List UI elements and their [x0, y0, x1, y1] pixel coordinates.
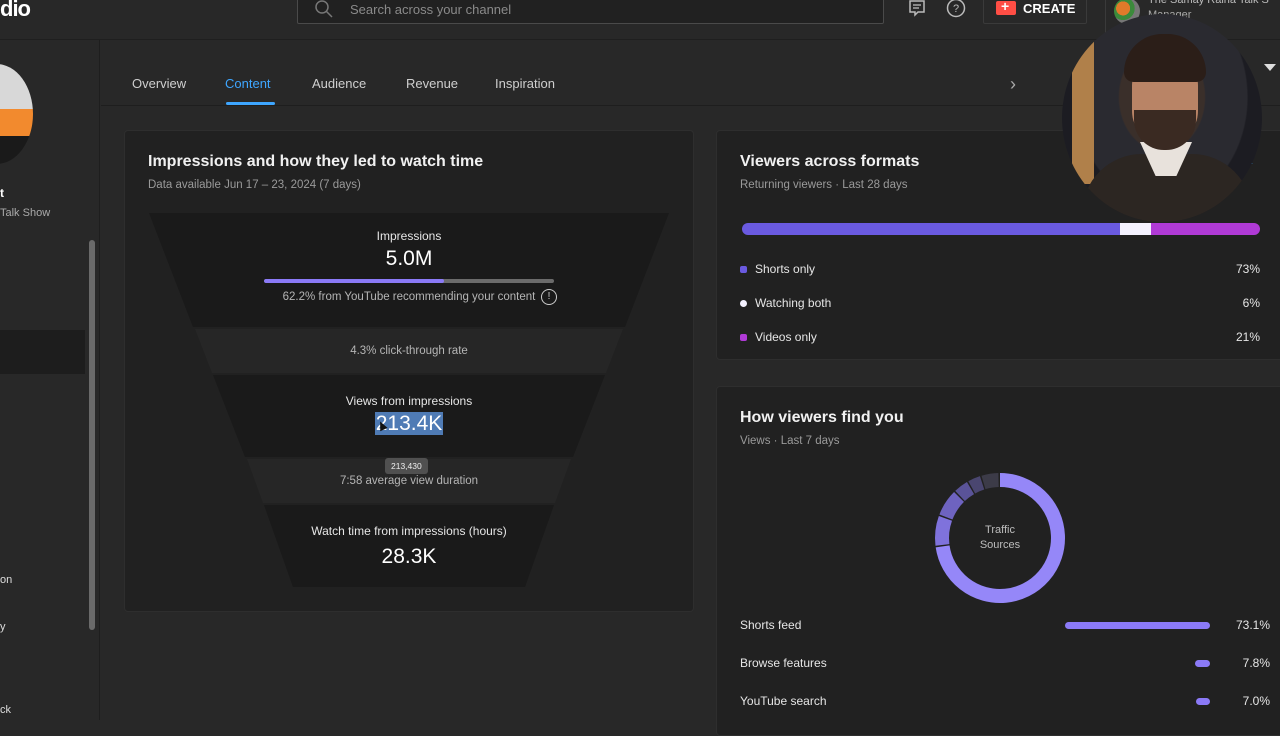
how-viewers-find-you-card: How viewers find you Views · Last 7 days…	[716, 386, 1280, 736]
format-segment	[1151, 223, 1260, 235]
source-row-shorts-feed[interactable]: Shorts feed 73.1%	[740, 618, 1270, 636]
format-label: Shorts only	[755, 262, 816, 276]
source-label: Browse features	[740, 656, 827, 670]
traffic-sources-donut[interactable]: Traffic Sources	[933, 471, 1067, 605]
funnel-diagram	[149, 213, 669, 587]
format-value: 73%	[1235, 262, 1260, 276]
donut-center-line2: Sources	[979, 539, 1021, 551]
watch-time-label: Watch time from impressions (hours)	[311, 524, 507, 538]
tab-overview[interactable]: Overview	[132, 76, 186, 91]
channel-avatar[interactable]	[0, 64, 33, 164]
impressions-label: Impressions	[376, 229, 442, 243]
donut-slice[interactable]	[981, 473, 999, 490]
format-row-videos: Videos only 21%	[740, 329, 1260, 347]
search-box[interactable]	[297, 0, 884, 24]
source-value: 7.8%	[1242, 656, 1270, 670]
feedback-icon[interactable]	[906, 0, 928, 19]
format-segment	[742, 223, 1121, 235]
formats-card-subtitle: Returning viewers · Last 28 days	[740, 179, 908, 191]
channel-subtitle: Talk Show	[0, 207, 51, 219]
date-range-dropdown-icon[interactable]	[1264, 64, 1276, 71]
format-row-both: Watching both 6%	[740, 295, 1260, 313]
source-value: 73.1%	[1235, 618, 1270, 632]
source-value: 7.0%	[1242, 694, 1270, 708]
impressions-funnel-card: Impressions and how they led to watch ti…	[124, 130, 694, 612]
videos-legend-dot	[740, 334, 747, 341]
sidebar-item-feedback[interactable]: ck	[0, 704, 11, 716]
views-label: Views from impressions	[345, 394, 473, 408]
tab-content[interactable]: Content	[225, 76, 271, 91]
donut-center-label: Traffic Sources	[933, 523, 1067, 553]
create-button[interactable]: CREATE	[983, 0, 1087, 24]
info-icon[interactable]: !	[541, 289, 557, 305]
sidebar-item-analytics[interactable]	[0, 330, 85, 374]
impressions-value: 5.0M	[385, 247, 433, 270]
webcam-person-hair	[1124, 34, 1206, 82]
shorts-legend-dot	[740, 266, 747, 273]
views-value-wrap: 213.4K	[125, 412, 693, 436]
format-value: 21%	[1235, 330, 1260, 344]
account-name: The Samay Raina Talk S	[1148, 0, 1269, 6]
tab-revenue[interactable]: Revenue	[406, 76, 458, 91]
channel-name: t	[0, 186, 4, 200]
recommend-text: 62.2% from YouTube recommending your con…	[282, 291, 536, 303]
source-bar	[1196, 698, 1210, 705]
both-legend-dot	[740, 300, 747, 307]
webcam-background	[1072, 34, 1094, 184]
avd-text: 7:58 average view duration	[339, 475, 479, 487]
formats-stacked-bar	[742, 223, 1260, 235]
help-icon[interactable]: ?	[945, 0, 967, 19]
sidebar-item-audio-library[interactable]: y	[0, 621, 6, 633]
donut-slice[interactable]	[968, 476, 985, 494]
views-exact-tooltip: 213,430	[385, 458, 428, 474]
format-label: Videos only	[755, 330, 817, 344]
formats-card-title: Viewers across formats	[740, 153, 920, 170]
studio-logo[interactable]: dio	[0, 0, 31, 22]
format-segment	[1120, 223, 1152, 235]
tab-audience[interactable]: Audience	[312, 76, 366, 91]
source-bar	[1194, 660, 1210, 667]
sources-card-title: How viewers find you	[740, 409, 904, 426]
tab-inspiration[interactable]: Inspiration	[495, 76, 555, 91]
sidebar-scrollbar[interactable]	[89, 240, 95, 630]
donut-slice[interactable]	[955, 482, 975, 502]
donut-slice[interactable]	[939, 492, 965, 520]
source-bar	[1065, 622, 1210, 629]
active-tab-indicator	[226, 102, 275, 105]
watch-time-value: 28.3K	[381, 545, 437, 568]
create-label: CREATE	[1023, 0, 1076, 16]
sources-card-subtitle: Views · Last 7 days	[740, 435, 840, 447]
format-row-shorts: Shorts only 73%	[740, 261, 1260, 279]
source-row-youtube-search[interactable]: YouTube search 7.0%	[740, 694, 1270, 712]
webcam-overlay	[1062, 14, 1262, 222]
sidebar: t Talk Show on y ck	[0, 40, 100, 720]
format-label: Watching both	[755, 296, 832, 310]
source-label: YouTube search	[740, 694, 827, 708]
recommend-progress-fill	[264, 279, 445, 283]
format-value: 6%	[1242, 296, 1260, 310]
search-input[interactable]	[350, 1, 830, 17]
search-icon	[315, 0, 333, 18]
chevron-right-icon[interactable]: ›	[1010, 74, 1016, 95]
source-label: Shorts feed	[740, 618, 802, 632]
source-row-browse-features[interactable]: Browse features 7.8%	[740, 656, 1270, 674]
recommend-progress-bar	[264, 279, 554, 283]
ctr-text: 4.3% click-through rate	[350, 345, 468, 357]
sidebar-item-customization[interactable]: on	[0, 574, 12, 586]
svg-text:?: ?	[953, 3, 959, 15]
donut-center-line1: Traffic	[985, 524, 1015, 536]
create-video-icon	[996, 0, 1016, 15]
